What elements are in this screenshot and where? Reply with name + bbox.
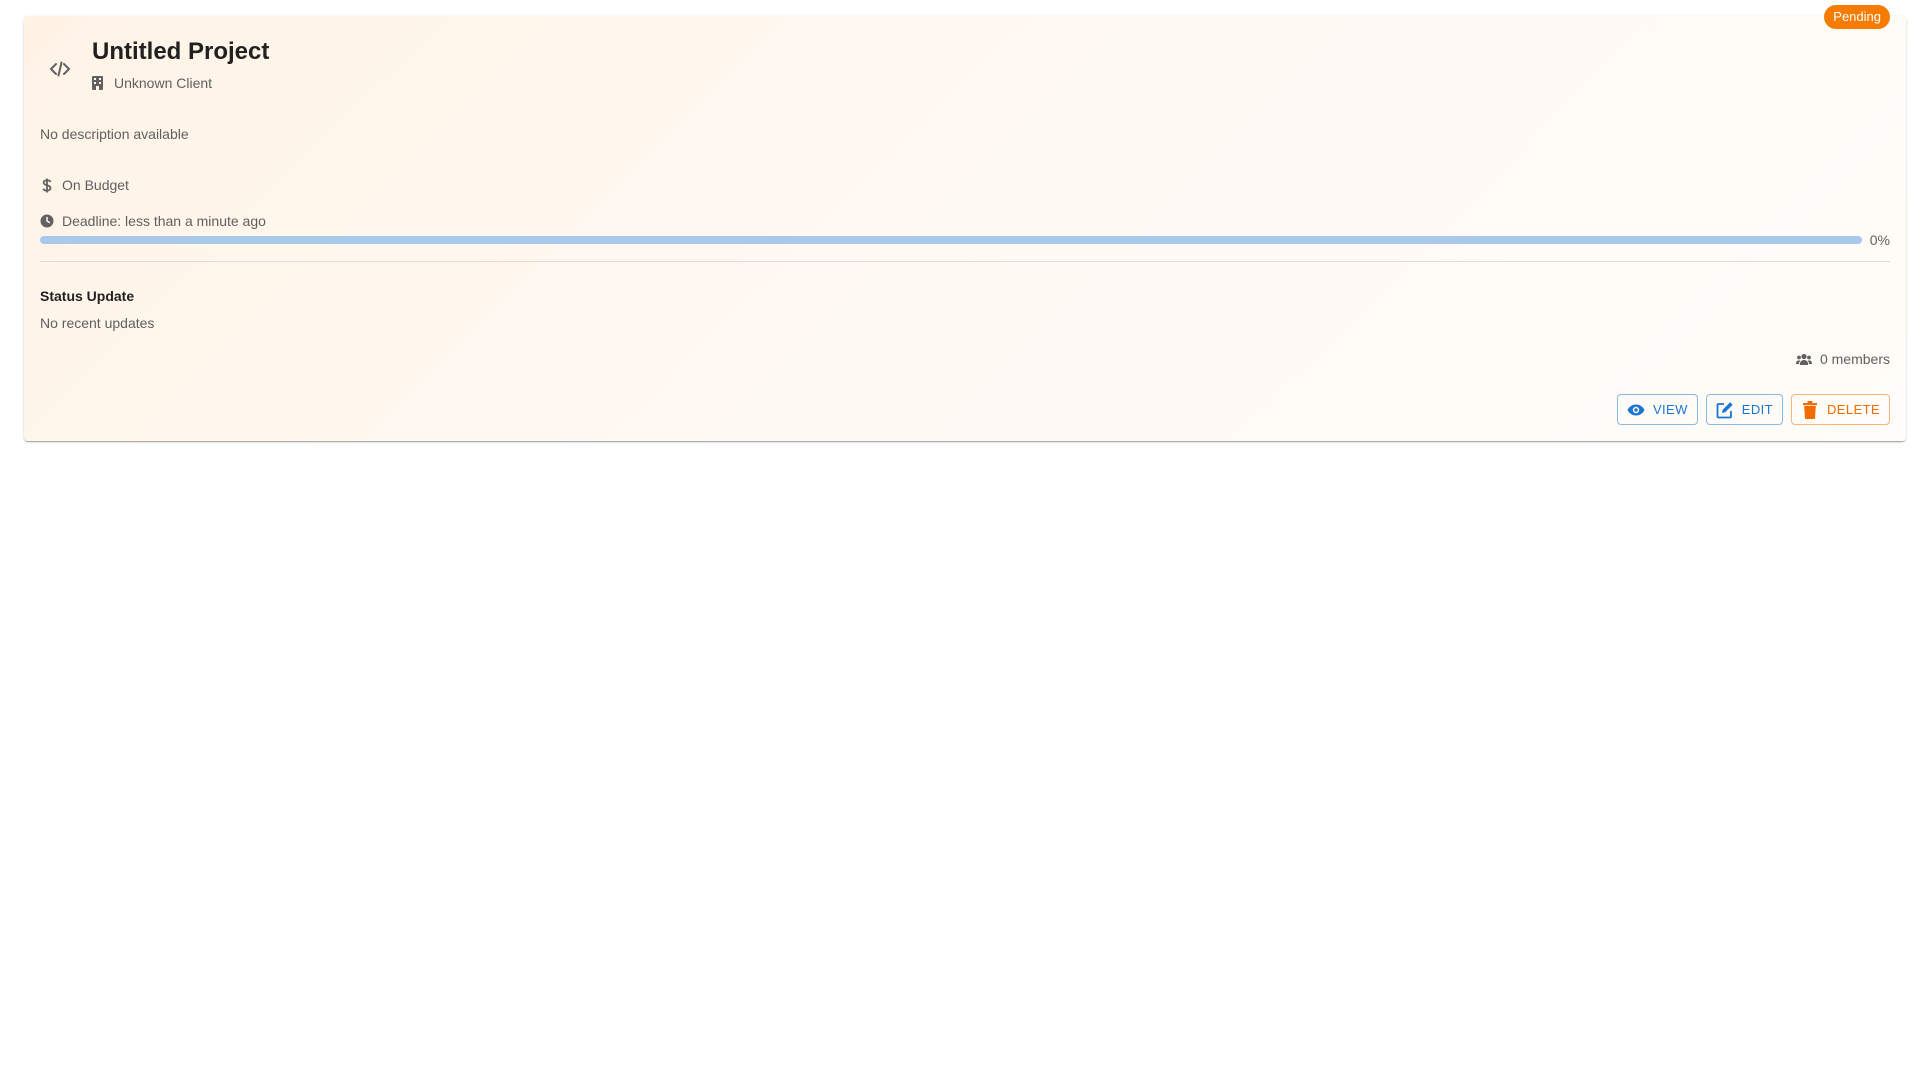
code-icon <box>48 57 72 81</box>
status-update-title: Status Update <box>40 288 135 304</box>
status-update-text: No recent updates <box>40 315 155 331</box>
progress-row: 0% <box>40 232 1890 248</box>
edit-label: EDIT <box>1741 402 1774 417</box>
edit-button[interactable]: EDIT <box>1705 394 1784 425</box>
dollar-icon <box>40 178 54 192</box>
card-actions: VIEW EDIT DELETE <box>1616 394 1890 425</box>
status-badge: Pending <box>1824 5 1890 29</box>
view-button[interactable]: VIEW <box>1616 394 1698 425</box>
project-heading: Untitled Project Unknown Client <box>92 36 269 91</box>
trash-icon <box>1801 400 1819 419</box>
clock-icon <box>40 214 54 228</box>
project-card: Pending Untitled Project Unknown Client … <box>24 5 1906 441</box>
edit-icon <box>1716 401 1734 419</box>
eye-icon <box>1627 401 1645 419</box>
progress-bar <box>40 236 1862 244</box>
project-header: Untitled Project Unknown Client <box>48 36 269 91</box>
building-icon <box>92 76 106 90</box>
budget-status: On Budget <box>62 177 129 193</box>
deadline-row: Deadline: less than a minute ago <box>40 213 266 229</box>
users-icon <box>1795 352 1812 366</box>
project-title: Untitled Project <box>92 38 270 65</box>
budget-row: On Budget <box>40 177 129 193</box>
view-label: VIEW <box>1652 402 1688 417</box>
members-row: 0 members <box>1795 351 1890 367</box>
divider <box>40 261 1890 262</box>
client-row: Unknown Client <box>92 75 269 91</box>
client-name: Unknown Client <box>114 75 213 91</box>
progress-percent: 0% <box>1869 232 1890 248</box>
project-description: No description available <box>40 126 189 142</box>
members-count: 0 members <box>1819 351 1890 367</box>
delete-button[interactable]: DELETE <box>1791 394 1890 425</box>
deadline-text: Deadline: less than a minute ago <box>62 213 266 229</box>
delete-label: DELETE <box>1827 402 1880 417</box>
